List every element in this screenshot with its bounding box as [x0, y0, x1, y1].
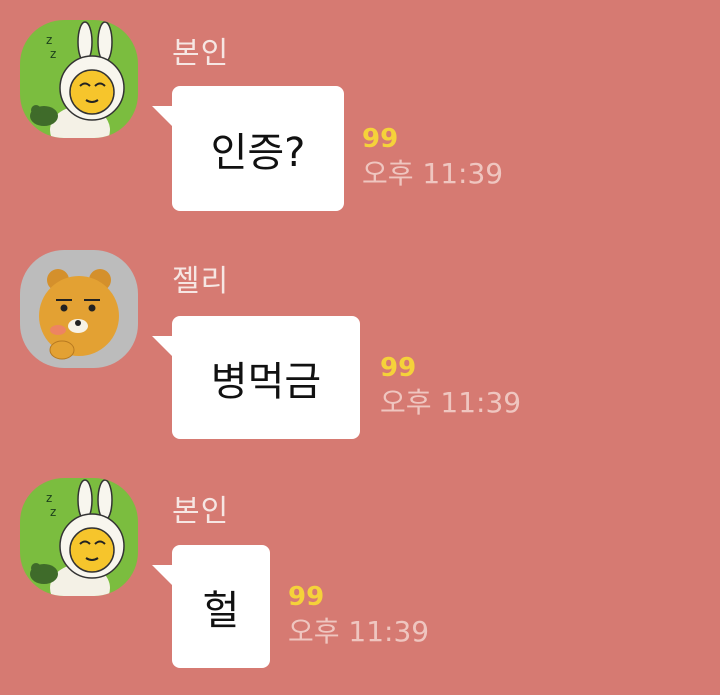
message-time: 오후 11:39: [288, 615, 430, 648]
message-meta: 99 오후 11:39: [380, 353, 521, 421]
message-time: 오후 11:39: [362, 157, 504, 190]
message-meta: 99 오후 11:39: [288, 582, 429, 650]
avatar[interactable]: z z: [20, 478, 138, 596]
sender-name: 본인: [172, 494, 230, 529]
message-text: 헐: [202, 587, 240, 634]
message-text: 병먹금: [210, 358, 322, 405]
svg-text:z: z: [46, 33, 52, 47]
bunny-character-icon: z z: [20, 478, 138, 596]
bubble-tail: [152, 336, 174, 358]
bear-character-icon: [20, 250, 138, 368]
svg-text:z: z: [50, 47, 56, 61]
sender-name: 본인: [172, 36, 230, 71]
bubble-tail: [152, 106, 174, 128]
avatar[interactable]: [20, 250, 138, 368]
unread-count: 99: [380, 353, 417, 383]
bunny-character-icon: z z: [20, 20, 138, 138]
message-text: 인증?: [210, 129, 306, 176]
bubble-tail: [152, 565, 174, 587]
message-bubble[interactable]: 인증?: [152, 86, 344, 211]
unread-count: 99: [288, 582, 325, 612]
message-time: 오후 11:39: [380, 386, 522, 419]
sender-name: 젤리: [172, 264, 230, 299]
message-bubble[interactable]: 병먹금: [152, 316, 360, 439]
svg-text:z: z: [46, 491, 52, 505]
message-meta: 99 오후 11:39: [362, 124, 503, 192]
chat-area: z z 본인 인증? 99 오후 11:39 젤리 병먹금 99 오후 11:3…: [0, 0, 720, 695]
svg-text:z: z: [50, 505, 56, 519]
unread-count: 99: [362, 124, 399, 154]
avatar[interactable]: z z: [20, 20, 138, 138]
message-bubble[interactable]: 헐: [152, 545, 270, 668]
